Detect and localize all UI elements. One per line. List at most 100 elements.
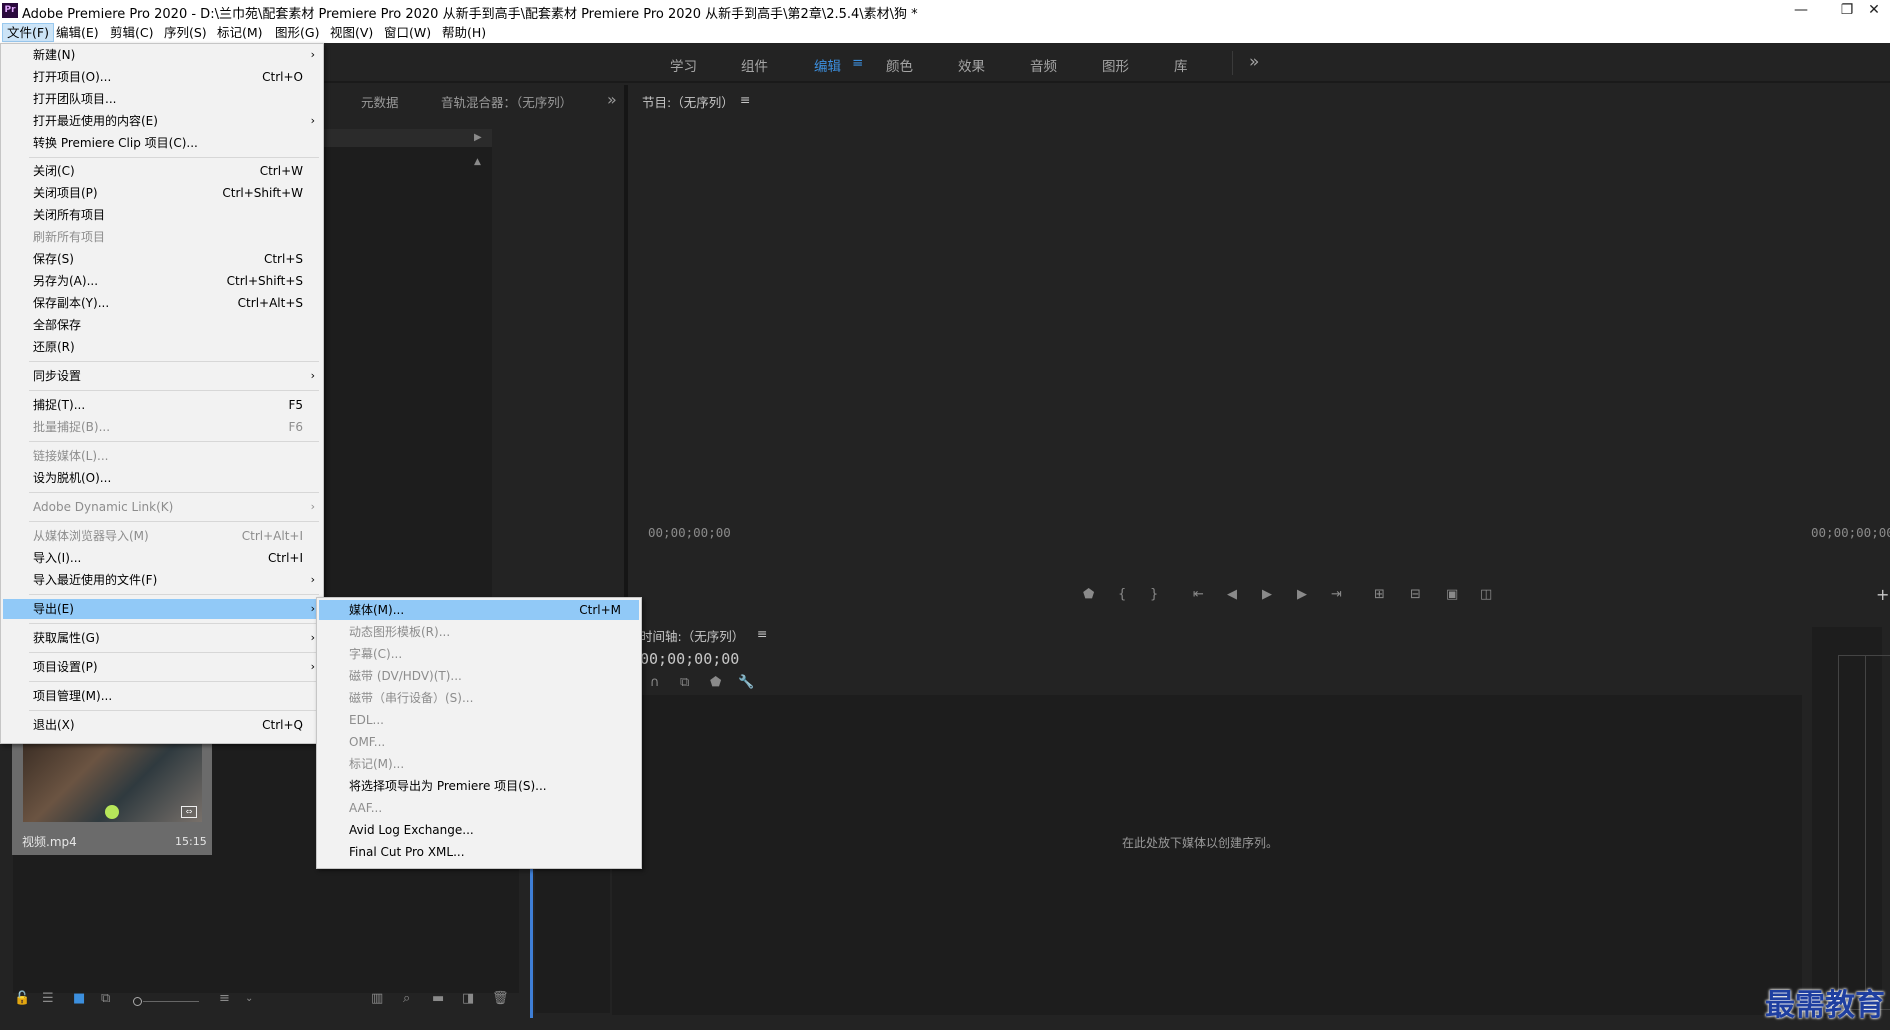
go-to-in-icon[interactable]: ⇤: [1193, 588, 1204, 602]
menu-graphics[interactable]: 图形(G): [271, 24, 323, 41]
tab-metadata[interactable]: 元数据: [361, 92, 399, 111]
add-marker-timeline-icon[interactable]: ⬟: [710, 676, 721, 690]
menu-bar: 文件(F) 编辑(E) 剪辑(C) 序列(S) 标记(M) 图形(G) 视图(V…: [0, 22, 1890, 43]
clip-thumbnail-card[interactable]: ⇔ 视频.mp4 15:15: [12, 740, 212, 855]
submenu-item-avid-log-exchange[interactable]: Avid Log Exchange...: [319, 820, 639, 840]
menu-marker[interactable]: 标记(M): [213, 24, 267, 41]
add-marker-icon[interactable]: ⬟: [1083, 588, 1094, 602]
menu-item-import-recent-file[interactable]: 导入最近使用的文件(F) ›: [3, 570, 321, 590]
workspace-tab-learning[interactable]: 学习: [670, 55, 697, 75]
export-frame-camera-icon[interactable]: ▣: [1446, 588, 1458, 602]
timeline-menu-icon[interactable]: ≡: [757, 626, 767, 641]
trash-icon[interactable]: 🗑: [492, 992, 509, 1006]
workspace-menu-icon[interactable]: ≡: [852, 55, 863, 71]
mark-in-icon[interactable]: {: [1118, 588, 1126, 602]
lift-icon[interactable]: ⊞: [1374, 588, 1385, 602]
workspace-overflow-button[interactable]: »: [1249, 52, 1259, 72]
title-bar: Pr Adobe Premiere Pro 2020 - D:\兰巾苑\配套素材…: [0, 0, 1890, 22]
compare-view-icon[interactable]: ◫: [1480, 588, 1492, 602]
menu-item-sync-settings[interactable]: 同步设置 ›: [3, 366, 321, 386]
submenu-item-export-media[interactable]: 媒体(M)... Ctrl+M: [319, 600, 639, 620]
menu-item-new[interactable]: 新建(N) ›: [3, 45, 321, 65]
icon-view-icon[interactable]: ■: [73, 992, 85, 1006]
menu-item-project-settings[interactable]: 项目设置(P) ›: [3, 657, 321, 677]
menu-help[interactable]: 帮助(H): [438, 24, 490, 41]
mark-out-icon[interactable]: }: [1150, 588, 1158, 602]
expand-arrow-icon[interactable]: ▶: [474, 131, 482, 145]
panel-overflow-button[interactable]: »: [607, 90, 617, 109]
menu-separator: [29, 492, 319, 493]
step-forward-icon[interactable]: ▶: [1297, 588, 1307, 602]
timeline-title[interactable]: 时间轴:（无序列）: [640, 626, 744, 645]
tab-audio-clip-mixer[interactable]: 音轨混合器：（无序列）: [441, 92, 572, 111]
wrench-settings-icon[interactable]: 🔧: [738, 676, 754, 690]
menu-item-open-team-project[interactable]: 打开团队项目...: [3, 89, 321, 109]
program-monitor-menu-icon[interactable]: ≡: [740, 92, 750, 107]
workspace-tab-editing[interactable]: 编辑: [814, 55, 841, 75]
workspace-tab-audio[interactable]: 音频: [1030, 55, 1057, 75]
linked-selection-icon[interactable]: ⧉: [680, 676, 689, 690]
lock-icon[interactable]: 🔓: [14, 992, 30, 1006]
timeline-timecode[interactable]: 00;00;00;00: [640, 650, 739, 668]
workspace-tab-effects[interactable]: 效果: [958, 55, 985, 75]
menu-item-close-project[interactable]: 关闭项目(P) Ctrl+Shift+W: [3, 183, 321, 203]
menu-item-export[interactable]: 导出(E) ›: [3, 599, 321, 619]
program-monitor-title[interactable]: 节目:（无序列）: [642, 92, 734, 111]
extract-icon[interactable]: ⊟: [1410, 588, 1421, 602]
menu-clip[interactable]: 剪辑(C): [106, 24, 157, 41]
menu-item-import[interactable]: 导入(I)... Ctrl+I: [3, 548, 321, 568]
clip-name: 视频.mp4: [22, 835, 77, 849]
submenu-item-omf: OMF...: [349, 735, 386, 749]
menu-item-close-all-projects[interactable]: 关闭所有项目: [3, 205, 321, 225]
menu-item-project-manager[interactable]: 项目管理(M)...: [3, 686, 321, 706]
zoom-slider-handle[interactable]: [133, 997, 142, 1006]
program-playhead-timecode[interactable]: 00;00;00;00: [648, 525, 731, 540]
menu-item-save[interactable]: 保存(S) Ctrl+S: [3, 249, 321, 269]
menu-item-close[interactable]: 关闭(C) Ctrl+W: [3, 161, 321, 181]
snap-icon[interactable]: ∩: [650, 676, 660, 690]
workspace-tab-graphics[interactable]: 图形: [1102, 55, 1129, 75]
menu-item-revert[interactable]: 还原(R): [3, 337, 321, 357]
automate-to-sequence-icon[interactable]: ▥: [371, 992, 383, 1006]
workspace-tab-libraries[interactable]: 库: [1174, 55, 1188, 75]
submenu-item-export-selection-as-project[interactable]: 将选择项导出为 Premiere 项目(S)...: [319, 776, 639, 796]
sort-icon[interactable]: ≡: [219, 992, 230, 1006]
menu-item-save-copy[interactable]: 保存副本(Y)... Ctrl+Alt+S: [3, 293, 321, 313]
list-view-icon[interactable]: ☰: [42, 992, 54, 1006]
menu-view[interactable]: 视图(V): [326, 24, 377, 41]
menu-item-exit[interactable]: 退出(X) Ctrl+Q: [3, 715, 321, 735]
menu-edit[interactable]: 编辑(E): [52, 24, 103, 41]
new-bin-icon[interactable]: ▬: [432, 992, 444, 1006]
menu-item-capture[interactable]: 捕捉(T)... F5: [3, 395, 321, 415]
menu-item-make-offline[interactable]: 设为脱机(O)...: [3, 468, 321, 488]
menu-item-save-as[interactable]: 另存为(A)... Ctrl+Shift+S: [3, 271, 321, 291]
menu-separator: [29, 441, 319, 442]
menu-window[interactable]: 窗口(W): [380, 24, 435, 41]
menu-item-convert-clip-project[interactable]: 转换 Premiere Clip 项目(C)...: [3, 133, 321, 153]
button-editor-add-button[interactable]: +: [1876, 587, 1889, 603]
freeform-view-icon[interactable]: ⧉: [101, 992, 110, 1006]
new-item-icon[interactable]: ◨: [462, 992, 474, 1006]
go-to-out-icon[interactable]: ⇥: [1331, 588, 1342, 602]
scroll-up-icon[interactable]: ▲: [474, 155, 481, 169]
menu-item-open-project[interactable]: 打开项目(O)... Ctrl+O: [3, 67, 321, 87]
play-icon[interactable]: ▶: [1262, 588, 1272, 602]
menu-file[interactable]: 文件(F): [2, 23, 54, 42]
menu-item-open-recent[interactable]: 打开最近使用的内容(E) ›: [3, 111, 321, 131]
menu-separator: [29, 361, 319, 362]
timeline-track-area[interactable]: [612, 695, 1802, 1015]
watermark-logo: 最需教育: [1765, 988, 1885, 1023]
export-submenu: 媒体(M)... Ctrl+M 动态图形模板(R)... 字幕(C)... 磁带 …: [316, 597, 642, 869]
sort-dropdown-chevron-icon[interactable]: ⌄: [245, 992, 253, 1006]
menu-sequence[interactable]: 序列(S): [160, 24, 211, 41]
find-icon[interactable]: ⌕: [403, 992, 410, 1006]
menu-item-save-all[interactable]: 全部保存: [3, 315, 321, 335]
workspace-tab-color[interactable]: 颜色: [886, 55, 913, 75]
minimize-button[interactable]: —: [1778, 0, 1824, 22]
submenu-item-final-cut-pro-xml[interactable]: Final Cut Pro XML...: [319, 842, 639, 862]
zoom-slider-track[interactable]: [143, 1001, 199, 1002]
step-back-icon[interactable]: ◀: [1227, 588, 1237, 602]
menu-item-get-properties[interactable]: 获取属性(G) ›: [3, 628, 321, 648]
workspace-tab-assembly[interactable]: 组件: [741, 55, 768, 75]
close-window-button[interactable]: ✕: [1858, 0, 1890, 22]
